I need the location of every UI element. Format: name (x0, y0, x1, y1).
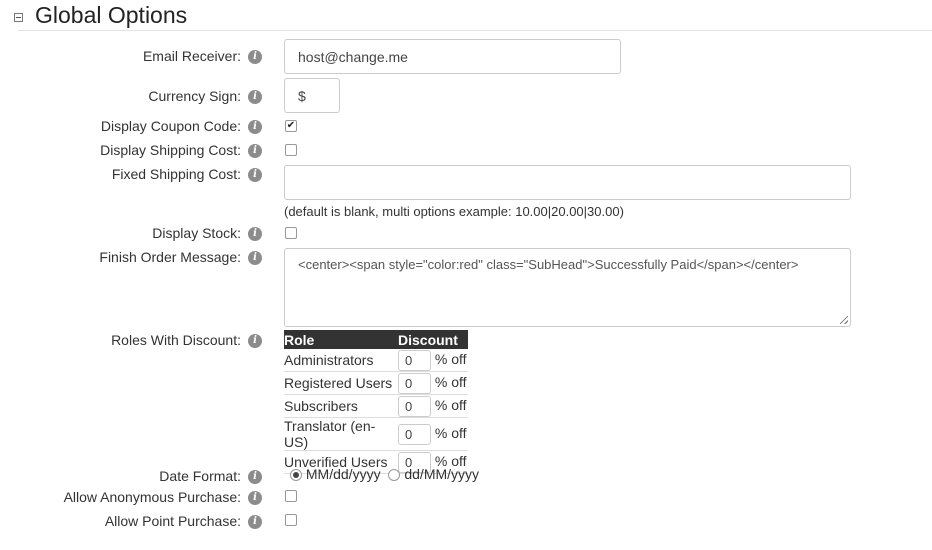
roles-with-discount-label: Roles With Discount: (111, 332, 241, 348)
info-icon[interactable]: i (248, 120, 262, 134)
discount-input[interactable]: 0 (398, 349, 431, 371)
fixed-shipping-cost-label: Fixed Shipping Cost: (111, 166, 241, 182)
display-stock-label: Display Stock: (152, 225, 241, 241)
discount-input[interactable]: 0 (398, 423, 431, 445)
fixed-shipping-cost-hint: (default is blank, multi options example… (284, 204, 624, 219)
discount-cell: 0 % off (398, 394, 468, 418)
role-name: Subscribers (284, 394, 398, 418)
info-icon[interactable]: i (248, 168, 262, 182)
section-divider (18, 30, 932, 31)
finish-order-message-label: Finish Order Message: (99, 249, 241, 265)
table-row: Translator (en-US) 0 % off (284, 417, 468, 451)
discount-suffix: % off (434, 424, 467, 441)
discount-cell: 0 % off (398, 349, 468, 372)
table-header-row: Role Discount (284, 330, 468, 349)
date-format-radio-group: MM/dd/yyyy dd/MM/yyyy (290, 466, 479, 482)
allow-anonymous-purchase-checkbox[interactable] (285, 490, 297, 502)
display-stock-checkbox[interactable] (285, 227, 297, 239)
column-header-role: Role (284, 330, 398, 349)
discount-input[interactable]: 0 (398, 372, 431, 394)
finish-order-message-text: <center><span style="color:red" class="S… (298, 257, 799, 272)
email-receiver-label: Email Receiver: (142, 48, 241, 64)
info-icon[interactable]: i (248, 90, 262, 104)
info-icon[interactable]: i (248, 144, 262, 158)
date-format-option-label: MM/dd/yyyy (305, 466, 381, 482)
display-coupon-code-checkbox[interactable]: ✔ (285, 120, 297, 132)
checkmark-icon: ✔ (286, 120, 296, 131)
section-title: Global Options (35, 1, 188, 28)
table-row: Registered Users 0 % off (284, 371, 468, 395)
discount-cell: 0 % off (398, 371, 468, 395)
roles-discount-table: Role Discount Administrators 0 % off Reg… (284, 330, 468, 474)
allow-point-purchase-checkbox[interactable] (285, 514, 297, 526)
info-icon[interactable]: i (248, 491, 262, 505)
date-format-label: Date Format: (159, 468, 241, 484)
discount-suffix: % off (434, 373, 467, 390)
date-format-radio-ddmmyyyy[interactable] (388, 469, 401, 482)
currency-sign-input[interactable]: $ (284, 78, 340, 113)
column-header-discount: Discount (398, 330, 468, 349)
display-coupon-code-label: Display Coupon Code: (100, 118, 241, 134)
finish-order-message-textarea[interactable]: <center><span style="color:red" class="S… (284, 248, 851, 327)
allow-point-purchase-label: Allow Point Purchase: (104, 513, 241, 529)
discount-suffix: % off (434, 350, 467, 367)
role-name: Registered Users (284, 371, 398, 395)
info-icon[interactable]: i (248, 227, 262, 241)
info-icon[interactable]: i (248, 470, 262, 484)
allow-anonymous-purchase-label: Allow Anonymous Purchase: (63, 489, 241, 505)
discount-suffix: % off (434, 396, 467, 413)
role-name: Translator (en-US) (284, 417, 398, 451)
resize-handle-icon[interactable] (840, 316, 848, 324)
email-receiver-input[interactable]: host@change.me (284, 39, 621, 74)
display-shipping-cost-label: Display Shipping Cost: (100, 142, 241, 158)
discount-cell: 0 % off (398, 417, 468, 451)
info-icon[interactable]: i (248, 334, 262, 348)
role-name: Administrators (284, 349, 398, 372)
info-icon[interactable]: i (248, 515, 262, 529)
date-format-option-label: dd/MM/yyyy (404, 466, 480, 482)
roles-discount-table-wrap: Role Discount Administrators 0 % off Reg… (284, 330, 468, 474)
info-icon[interactable]: i (248, 251, 262, 265)
display-shipping-cost-checkbox[interactable] (285, 144, 297, 156)
table-row: Administrators 0 % off (284, 349, 468, 372)
currency-sign-label: Currency Sign: (148, 88, 241, 104)
info-icon[interactable]: i (248, 50, 262, 64)
collapse-icon[interactable] (14, 12, 23, 22)
table-row: Subscribers 0 % off (284, 394, 468, 418)
discount-input[interactable]: 0 (398, 395, 431, 417)
section-header: Global Options (14, 0, 187, 30)
date-format-radio-mmddyyyy[interactable] (290, 469, 302, 482)
fixed-shipping-cost-input[interactable] (284, 165, 851, 200)
